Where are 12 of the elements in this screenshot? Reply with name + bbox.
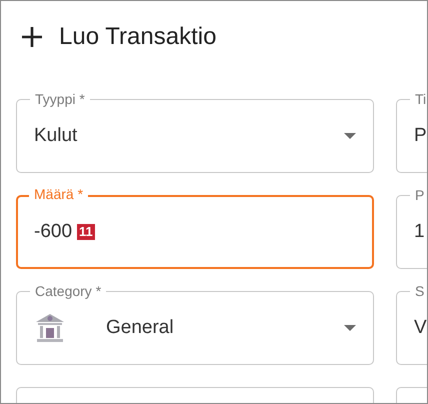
bank-building-icon [34,312,66,344]
field-value: P [414,124,427,148]
dialog-title: Luo Transaktio [59,22,216,52]
dropdown-caret-icon [344,132,356,140]
field-value: 1 [414,220,425,244]
plus-icon [21,26,43,48]
count-badge: 11 [77,224,95,240]
field-value: -600 [34,220,72,244]
field-value: Kulut [34,124,78,148]
field-value: V [414,316,427,340]
field-value: General [106,316,174,340]
dropdown-caret-icon [344,324,356,332]
